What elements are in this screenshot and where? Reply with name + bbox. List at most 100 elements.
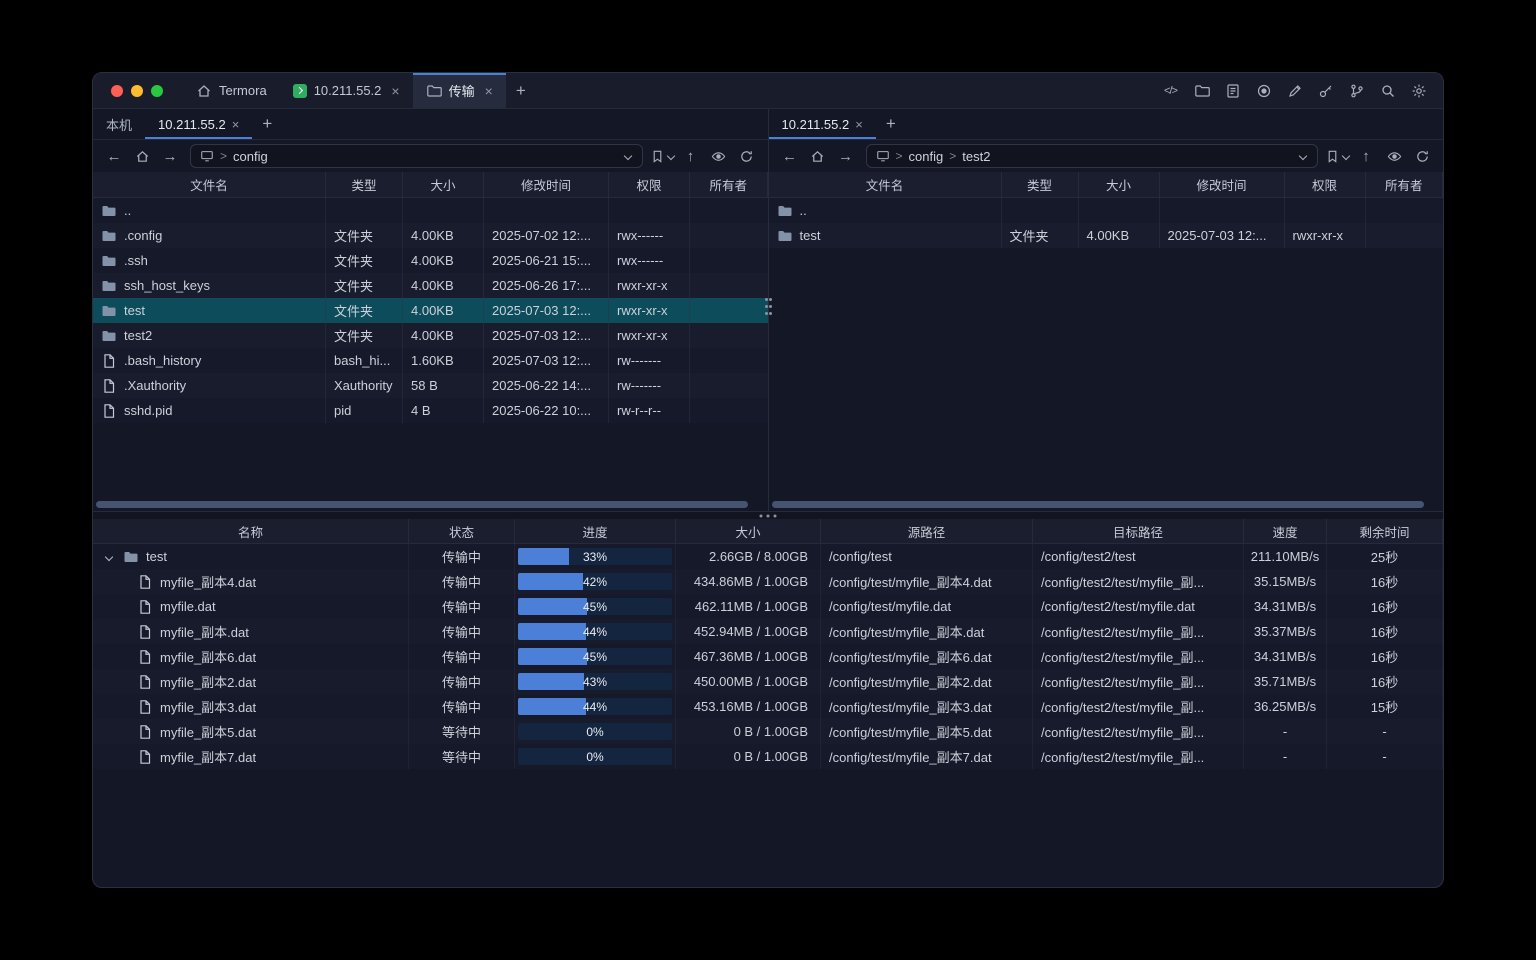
file-row[interactable]: sshd.pid pid 4 B 2025-06-22 10:... rw-r-…: [93, 398, 768, 423]
column-header[interactable]: 文件名: [93, 172, 326, 197]
document-icon[interactable]: [1220, 78, 1245, 103]
file-row[interactable]: .Xauthority Xauthority 58 B 2025-06-22 1…: [93, 373, 768, 398]
column-header[interactable]: 类型: [326, 172, 403, 197]
column-header[interactable]: 进度: [515, 519, 676, 543]
transfer-row[interactable]: myfile_副本2.dat 传输中 43% 450.00MB / 1.00GB…: [93, 669, 1443, 694]
home-button[interactable]: [129, 144, 155, 168]
pane-tab[interactable]: 10.211.55.2 ×: [145, 109, 252, 139]
file-name: .ssh: [124, 253, 148, 268]
path-segment[interactable]: >test2: [949, 149, 990, 164]
path-input[interactable]: >config: [190, 144, 643, 168]
close-tab-icon[interactable]: ×: [391, 84, 399, 98]
back-button[interactable]: ←: [101, 144, 127, 168]
pane-tab[interactable]: 10.211.55.2 ×: [769, 109, 876, 139]
forward-button[interactable]: →: [833, 144, 859, 168]
transfer-row[interactable]: myfile_副本.dat 传输中 44% 452.94MB / 1.00GB …: [93, 619, 1443, 644]
horizontal-scrollbar[interactable]: [772, 501, 1438, 508]
folder-icon: [777, 228, 793, 244]
file-perm: rwxr-xr-x: [609, 273, 690, 298]
column-header[interactable]: 大小: [403, 172, 484, 197]
file-table-header: 文件名 类型 大小 修改时间 权限 所有者: [769, 172, 1444, 198]
file-row[interactable]: .config 文件夹 4.00KB 2025-07-02 12:... rwx…: [93, 223, 768, 248]
column-header[interactable]: 类型: [1002, 172, 1079, 197]
transfer-row[interactable]: myfile_副本4.dat 传输中 42% 434.86MB / 1.00GB…: [93, 569, 1443, 594]
column-header[interactable]: 修改时间: [484, 172, 609, 197]
folder-icon[interactable]: [1189, 78, 1214, 103]
forward-button[interactable]: →: [157, 144, 183, 168]
search-icon[interactable]: [1375, 78, 1400, 103]
close-window-button[interactable]: [111, 85, 123, 97]
computer-icon: [200, 149, 214, 163]
column-header[interactable]: 状态: [409, 519, 515, 543]
transfer-row[interactable]: myfile_副本5.dat 等待中 0% 0 B / 1.00GB /conf…: [93, 719, 1443, 744]
transfer-row[interactable]: myfile_副本6.dat 传输中 45% 467.36MB / 1.00GB…: [93, 644, 1443, 669]
column-header[interactable]: 名称: [93, 519, 409, 543]
file-row[interactable]: test2 文件夹 4.00KB 2025-07-03 12:... rwxr-…: [93, 323, 768, 348]
close-tab-icon[interactable]: ×: [855, 118, 863, 131]
bookmark-button[interactable]: [650, 144, 676, 168]
column-header[interactable]: 所有者: [1366, 172, 1444, 197]
path-segment[interactable]: >config: [896, 149, 944, 164]
column-header[interactable]: 剩余时间: [1327, 519, 1443, 543]
minimize-window-button[interactable]: [131, 85, 143, 97]
column-header[interactable]: 速度: [1244, 519, 1327, 543]
transfer-row[interactable]: myfile_副本7.dat 等待中 0% 0 B / 1.00GB /conf…: [93, 744, 1443, 769]
transfer-row[interactable]: test 传输中 33% 2.66GB / 8.00GB /config/tes…: [93, 544, 1443, 569]
column-header[interactable]: 文件名: [769, 172, 1002, 197]
tab-termora[interactable]: Termora: [183, 73, 280, 108]
file-row[interactable]: test 文件夹 4.00KB 2025-07-03 12:... rwxr-x…: [93, 298, 768, 323]
column-header[interactable]: 大小: [676, 519, 821, 543]
column-header[interactable]: 修改时间: [1160, 172, 1285, 197]
edit-icon[interactable]: [1282, 78, 1307, 103]
column-header[interactable]: 权限: [609, 172, 690, 197]
tab-host-terminal[interactable]: 10.211.55.2 ×: [280, 73, 413, 108]
column-header[interactable]: 所有者: [690, 172, 768, 197]
left-file-pane: 本机 × 10.211.55.2 × + ← →: [93, 109, 768, 511]
close-tab-icon[interactable]: ×: [485, 84, 493, 98]
file-row[interactable]: ssh_host_keys 文件夹 4.00KB 2025-06-26 17:.…: [93, 273, 768, 298]
expand-chevron-icon[interactable]: [101, 554, 116, 560]
file-row[interactable]: .bash_history bash_hi... 1.60KB 2025-07-…: [93, 348, 768, 373]
key-icon[interactable]: [1313, 78, 1338, 103]
pane-tab[interactable]: 本机 ×: [93, 109, 145, 139]
new-pane-tab-button[interactable]: +: [252, 109, 282, 139]
code-icon[interactable]: </>: [1158, 78, 1183, 103]
close-tab-icon[interactable]: ×: [232, 118, 240, 131]
new-pane-tab-button[interactable]: +: [876, 109, 906, 139]
record-icon[interactable]: [1251, 78, 1276, 103]
home-button[interactable]: [805, 144, 831, 168]
tab-transfer[interactable]: 传输 ×: [413, 73, 506, 108]
column-header[interactable]: 目标路径: [1033, 519, 1244, 543]
bookmark-button[interactable]: [1325, 144, 1351, 168]
refresh-button[interactable]: [1409, 144, 1435, 168]
horizontal-scrollbar[interactable]: [96, 501, 762, 508]
file-row[interactable]: ..: [769, 198, 1444, 223]
column-header[interactable]: 源路径: [821, 519, 1033, 543]
refresh-button[interactable]: [734, 144, 760, 168]
path-segment[interactable]: >config: [220, 149, 268, 164]
branch-icon[interactable]: [1344, 78, 1369, 103]
drag-handle-icon: [767, 514, 770, 517]
settings-gear-icon[interactable]: [1406, 78, 1431, 103]
chevron-down-icon[interactable]: [1299, 152, 1308, 161]
new-tab-button[interactable]: +: [506, 73, 536, 108]
file-row[interactable]: test 文件夹 4.00KB 2025-07-03 12:... rwxr-x…: [769, 223, 1444, 248]
chevron-down-icon[interactable]: [624, 152, 633, 161]
file-mtime: 2025-06-22 10:...: [484, 398, 609, 423]
path-input[interactable]: >config >test2: [866, 144, 1319, 168]
parent-dir-button[interactable]: ↑: [1353, 144, 1379, 168]
back-button[interactable]: ←: [777, 144, 803, 168]
zoom-window-button[interactable]: [151, 85, 163, 97]
column-header[interactable]: 权限: [1285, 172, 1366, 197]
show-hidden-button[interactable]: [1381, 144, 1407, 168]
file-type: Xauthority: [326, 373, 403, 398]
file-row[interactable]: ..: [93, 198, 768, 223]
transfer-row[interactable]: myfile.dat 传输中 45% 462.11MB / 1.00GB /co…: [93, 594, 1443, 619]
show-hidden-button[interactable]: [706, 144, 732, 168]
parent-dir-button[interactable]: ↑: [678, 144, 704, 168]
transfer-row[interactable]: myfile_副本3.dat 传输中 44% 453.16MB / 1.00GB…: [93, 694, 1443, 719]
horizontal-splitter[interactable]: [93, 511, 1443, 519]
column-header[interactable]: 大小: [1079, 172, 1160, 197]
file-icon: [137, 624, 153, 640]
file-row[interactable]: .ssh 文件夹 4.00KB 2025-06-21 15:... rwx---…: [93, 248, 768, 273]
